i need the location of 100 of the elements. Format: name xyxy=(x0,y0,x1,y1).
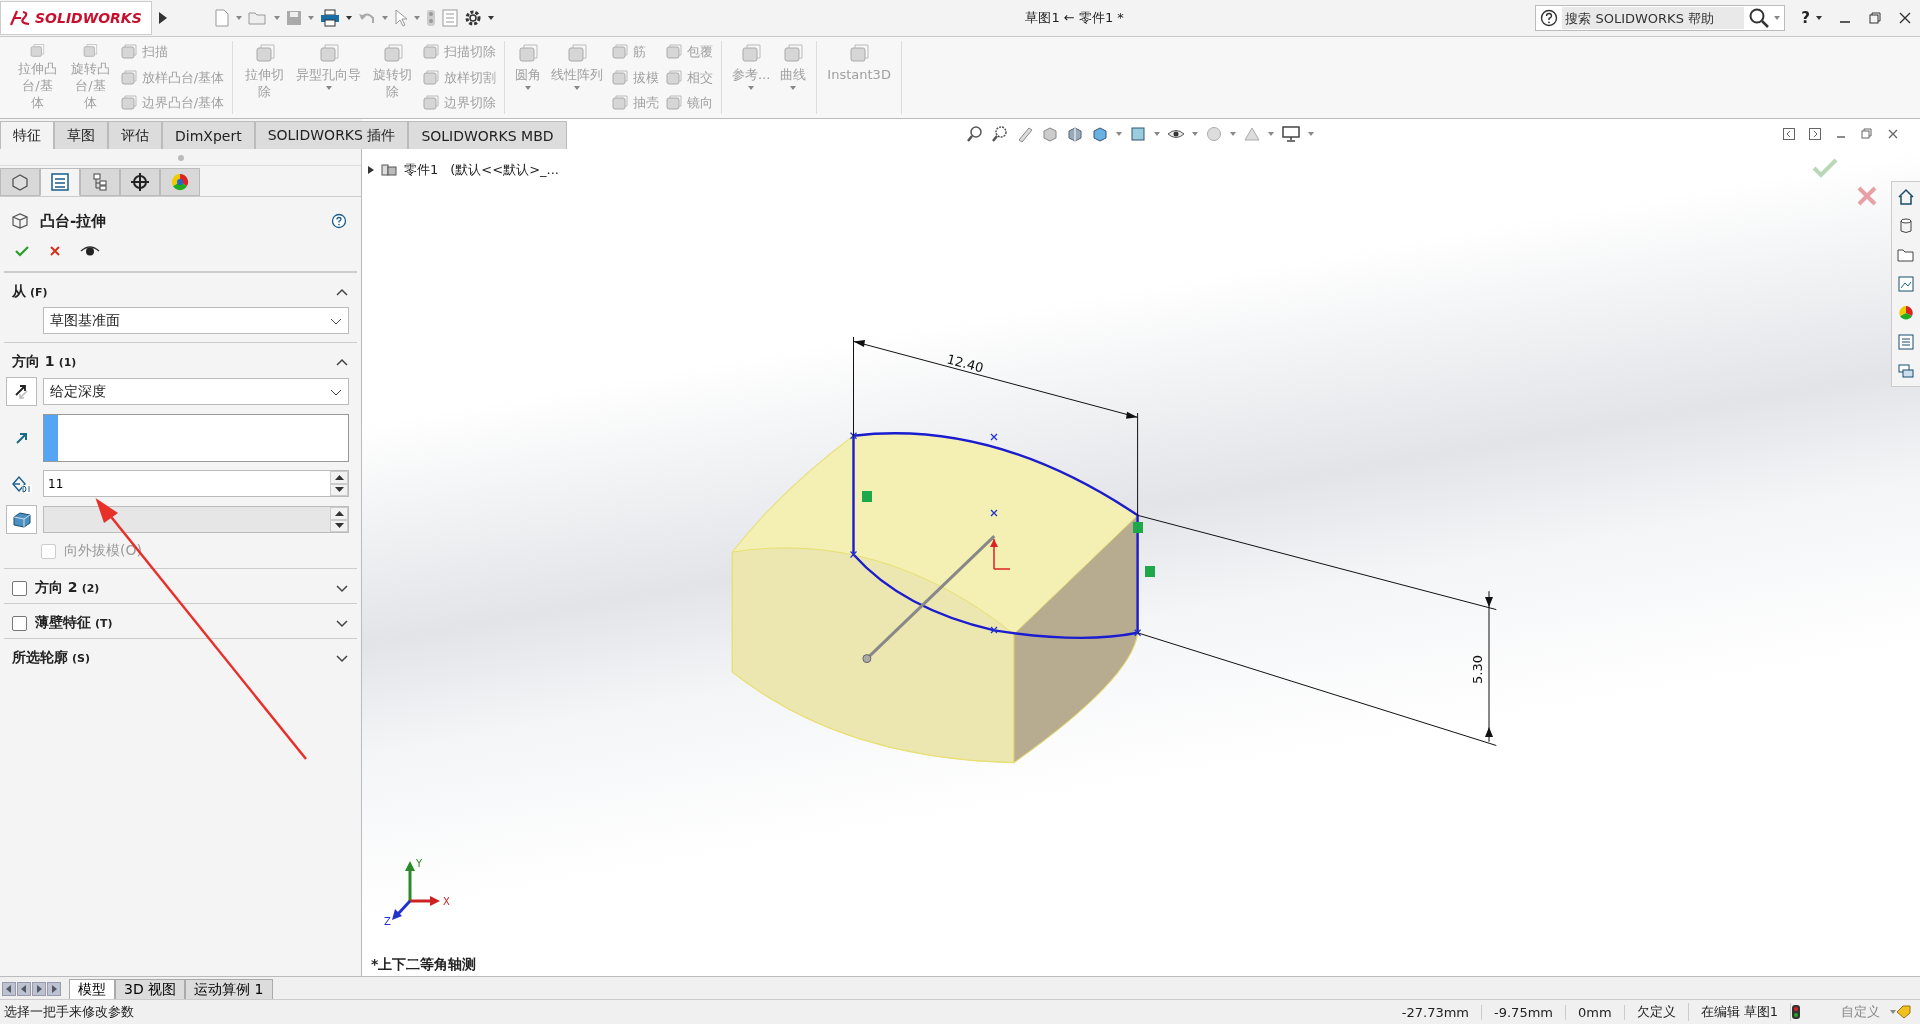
splitter-handle[interactable] xyxy=(177,155,184,161)
monitor-icon[interactable] xyxy=(1281,125,1301,143)
chat-icon[interactable] xyxy=(1897,362,1915,380)
expand-arrow-icon[interactable] xyxy=(368,166,374,174)
magnifier-icon[interactable] xyxy=(991,125,1009,143)
spin-up-button[interactable] xyxy=(330,471,348,484)
panel-left-icon[interactable] xyxy=(1782,127,1796,141)
color-wheel-icon[interactable] xyxy=(1897,304,1915,322)
list-icon[interactable] xyxy=(1897,333,1915,351)
picture-icon[interactable] xyxy=(1897,275,1915,293)
ds-mark-icon xyxy=(9,9,31,27)
axis-label: Z xyxy=(384,916,391,927)
pencil-icon[interactable] xyxy=(1016,125,1034,143)
caret-icon[interactable] xyxy=(1816,16,1822,20)
dropdown[interactable]: 给定深度 xyxy=(43,378,349,405)
sphere-icon[interactable] xyxy=(1205,125,1223,143)
section-title: 所选轮廓 xyxy=(12,649,68,667)
panel-right-icon[interactable] xyxy=(1808,127,1822,141)
help-icon[interactable] xyxy=(331,213,347,229)
check-icon[interactable] xyxy=(1812,157,1838,179)
chevron-icon[interactable] xyxy=(335,357,349,367)
panel-title: 凸台-拉伸 xyxy=(40,211,107,231)
rebuild-icon[interactable] xyxy=(1791,1004,1801,1020)
status-field: 欠定义 xyxy=(1624,1003,1689,1021)
dropdown[interactable]: 草图基准面 xyxy=(43,307,349,334)
search-field[interactable]: 搜索 SOLIDWORKS 帮助 xyxy=(1535,5,1786,31)
tool-icon xyxy=(848,43,871,65)
command-tab[interactable]: 评估 xyxy=(108,121,162,149)
tool-icon xyxy=(565,43,588,65)
search-icon[interactable] xyxy=(1748,7,1771,29)
help-menu[interactable]: ? xyxy=(1801,9,1810,27)
tool-icon xyxy=(610,94,629,112)
section-icon[interactable] xyxy=(1066,125,1084,143)
sketch-point xyxy=(849,550,858,559)
section-hotkey: (1) xyxy=(58,355,77,369)
pointer-icon[interactable] xyxy=(394,9,408,27)
restore-icon[interactable] xyxy=(1868,11,1882,25)
chevron-icon[interactable] xyxy=(335,618,349,628)
command-tab[interactable]: SOLIDWORKS 插件 xyxy=(254,121,409,149)
cylinder-icon[interactable] xyxy=(1897,217,1915,235)
up-triangle-icon xyxy=(334,510,344,516)
up-triangle-icon xyxy=(334,474,344,480)
reverse-direction-button[interactable] xyxy=(6,377,37,406)
command-tab[interactable]: SOLIDWORKS MBD xyxy=(408,121,567,149)
dimension-value[interactable]: 12.40 xyxy=(945,351,986,376)
part-name[interactable]: 零件1 xyxy=(404,161,439,179)
caret-icon[interactable] xyxy=(488,16,494,20)
play-triangle-icon[interactable] xyxy=(158,11,168,25)
tool-icon xyxy=(664,68,683,87)
chevron-icon[interactable] xyxy=(335,583,349,593)
sketch-point xyxy=(849,432,858,440)
model-view-tab[interactable]: 模型 xyxy=(69,979,115,999)
selection-box[interactable] xyxy=(43,414,349,462)
chevron-icon[interactable] xyxy=(335,287,349,297)
command-tab[interactable]: 草图 xyxy=(54,121,108,149)
model-view-tab[interactable]: 3D 视图 xyxy=(115,979,186,999)
check-icon[interactable] xyxy=(14,243,30,259)
traffic-light-icon[interactable] xyxy=(426,9,436,27)
tree-icon xyxy=(90,172,110,192)
chevron-icon xyxy=(330,387,342,396)
relation-marker xyxy=(1133,522,1143,533)
sketch-point xyxy=(1133,629,1142,637)
down-triangle-icon xyxy=(334,487,344,493)
command-tab[interactable]: DimXpert xyxy=(162,121,255,149)
section-hotkey: (F) xyxy=(30,285,48,299)
print-icon[interactable] xyxy=(320,9,340,27)
checkbox[interactable] xyxy=(12,580,27,596)
house-icon[interactable] xyxy=(1897,188,1915,206)
folder-icon[interactable] xyxy=(1897,246,1915,264)
restore-icon[interactable] xyxy=(1860,127,1874,141)
draft-button[interactable] xyxy=(6,505,37,534)
section-hotkey: (T) xyxy=(95,616,113,630)
section-title: 方向 2 xyxy=(35,579,78,597)
units-selector[interactable]: 自定义 xyxy=(1841,1003,1880,1021)
panel-tab[interactable] xyxy=(120,168,160,196)
tool-icon xyxy=(317,43,340,65)
help-icon[interactable] xyxy=(1540,9,1559,27)
tag-icon[interactable] xyxy=(1896,1005,1912,1019)
eye-icon[interactable] xyxy=(80,244,100,258)
triad-drawing xyxy=(392,861,440,920)
chevron-icon[interactable] xyxy=(335,653,349,663)
chevron-icon xyxy=(330,316,342,325)
close-icon[interactable] xyxy=(1898,11,1912,25)
caret-icon[interactable] xyxy=(346,16,352,20)
model-view-tab[interactable]: 运动算例 1 xyxy=(185,979,273,999)
tool-icon xyxy=(421,68,440,87)
magnifier-icon[interactable] xyxy=(966,125,984,143)
command-tab[interactable]: 特征 xyxy=(0,121,54,149)
tool-icon xyxy=(119,94,138,112)
relation-marker xyxy=(1145,566,1155,577)
gear-icon[interactable] xyxy=(464,9,482,27)
dimension-value[interactable]: 5.30 xyxy=(1470,655,1485,684)
tool-icon xyxy=(782,43,805,65)
spin-up-button[interactable] xyxy=(330,507,348,520)
status-field: -27.73mm xyxy=(1389,1004,1482,1020)
logo-button[interactable]: SOLIDWORKS xyxy=(0,1,152,35)
close-icon[interactable] xyxy=(1886,127,1900,141)
checkbox[interactable] xyxy=(12,615,27,631)
tool-icon xyxy=(253,43,276,65)
status-field: -9.75mm xyxy=(1482,1004,1566,1020)
